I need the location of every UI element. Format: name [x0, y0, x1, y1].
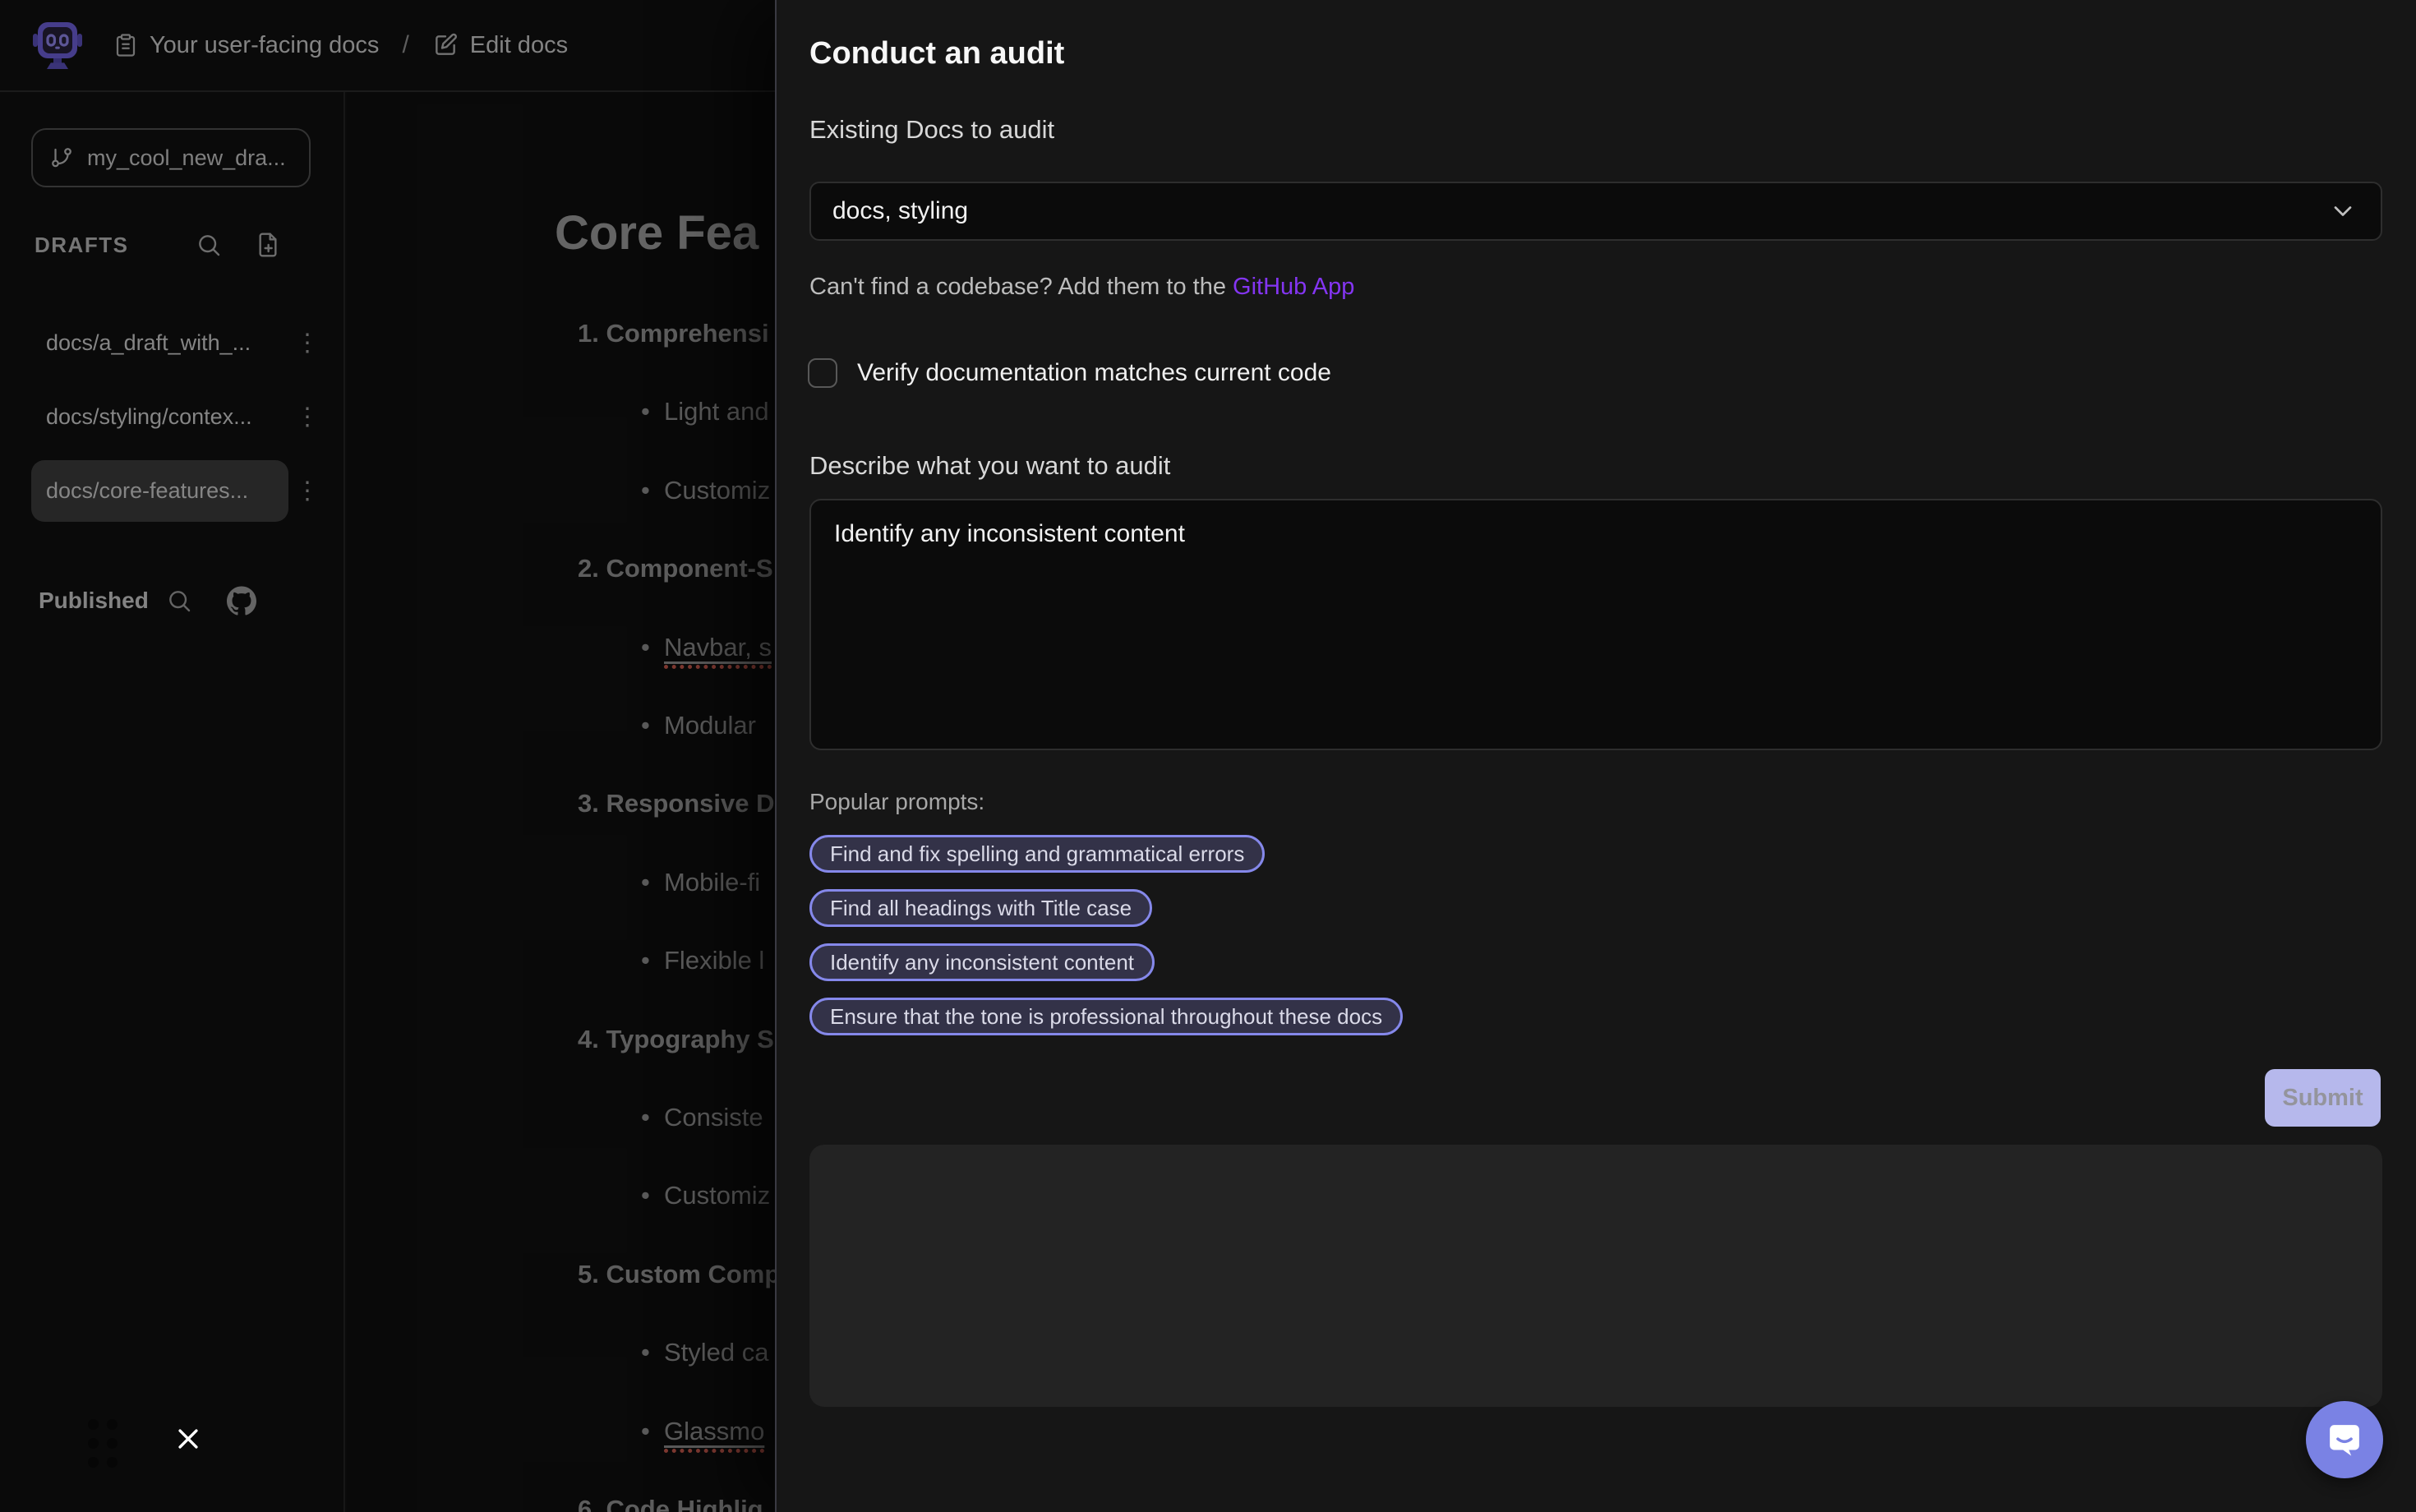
verify-row: Verify documentation matches current cod… — [808, 358, 1331, 388]
describe-input[interactable]: Identify any inconsistent content — [809, 499, 2382, 750]
codebase-hint: Can't find a codebase? Add them to the G… — [809, 274, 1354, 301]
submit-button[interactable]: Submit — [2265, 1069, 2381, 1127]
chevron-down-icon — [2328, 196, 2358, 226]
close-icon[interactable] — [174, 1422, 207, 1455]
popular-prompts-label: Popular prompts: — [809, 789, 984, 815]
github-app-link[interactable]: GitHub App — [1233, 274, 1354, 300]
audit-output-area — [809, 1145, 2382, 1407]
popular-prompt-pill[interactable]: Ensure that the tone is professional thr… — [809, 998, 1403, 1035]
popular-prompt-pill[interactable]: Identify any inconsistent content — [809, 943, 1155, 981]
popular-prompt-pill[interactable]: Find and fix spelling and grammatical er… — [809, 835, 1265, 873]
docs-select-value: docs, styling — [832, 197, 968, 225]
panel-title: Conduct an audit — [809, 36, 1064, 71]
chat-launcher-button[interactable] — [2306, 1401, 2383, 1478]
popular-prompts-list: Find and fix spelling and grammatical er… — [809, 835, 1403, 1035]
dots-grid-icon[interactable] — [88, 1419, 118, 1468]
chat-bubble-icon — [2324, 1419, 2365, 1460]
codebase-hint-text: Can't find a codebase? Add them to the — [809, 274, 1233, 300]
conduct-audit-panel: Conduct an audit Existing Docs to audit … — [775, 0, 2416, 1512]
popular-prompt-pill[interactable]: Find all headings with Title case — [809, 889, 1152, 927]
verify-label: Verify documentation matches current cod… — [857, 359, 1331, 387]
verify-checkbox[interactable] — [808, 358, 837, 388]
existing-docs-label: Existing Docs to audit — [809, 115, 1054, 145]
docs-select-dropdown[interactable]: docs, styling — [809, 182, 2382, 241]
describe-label: Describe what you want to audit — [809, 451, 1170, 481]
